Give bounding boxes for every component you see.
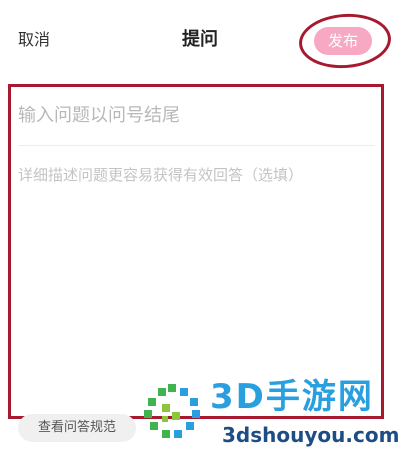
question-detail-input[interactable]: 详细描述问题更容易获得有效回答（选填） (18, 164, 368, 186)
watermark: 3D手游网 3dshouyou.com (140, 376, 400, 452)
divider (18, 145, 375, 146)
watermark-logo-icon (144, 384, 200, 438)
question-title-input[interactable]: 输入问题以问号结尾 (18, 103, 358, 129)
watermark-url: 3dshouyou.com (222, 423, 400, 447)
ask-question-screen: 取消 提问 发布 输入问题以问号结尾 详细描述问题更容易获得有效回答（选填） 查… (0, 0, 400, 452)
view-rules-button[interactable]: 查看问答规范 (18, 414, 136, 442)
watermark-title: 3D手游网 (210, 377, 374, 417)
top-bar: 取消 提问 发布 (0, 0, 400, 80)
publish-button[interactable]: 发布 (314, 27, 372, 55)
publish-highlight: 发布 (297, 10, 393, 72)
highlight-box (8, 84, 384, 419)
